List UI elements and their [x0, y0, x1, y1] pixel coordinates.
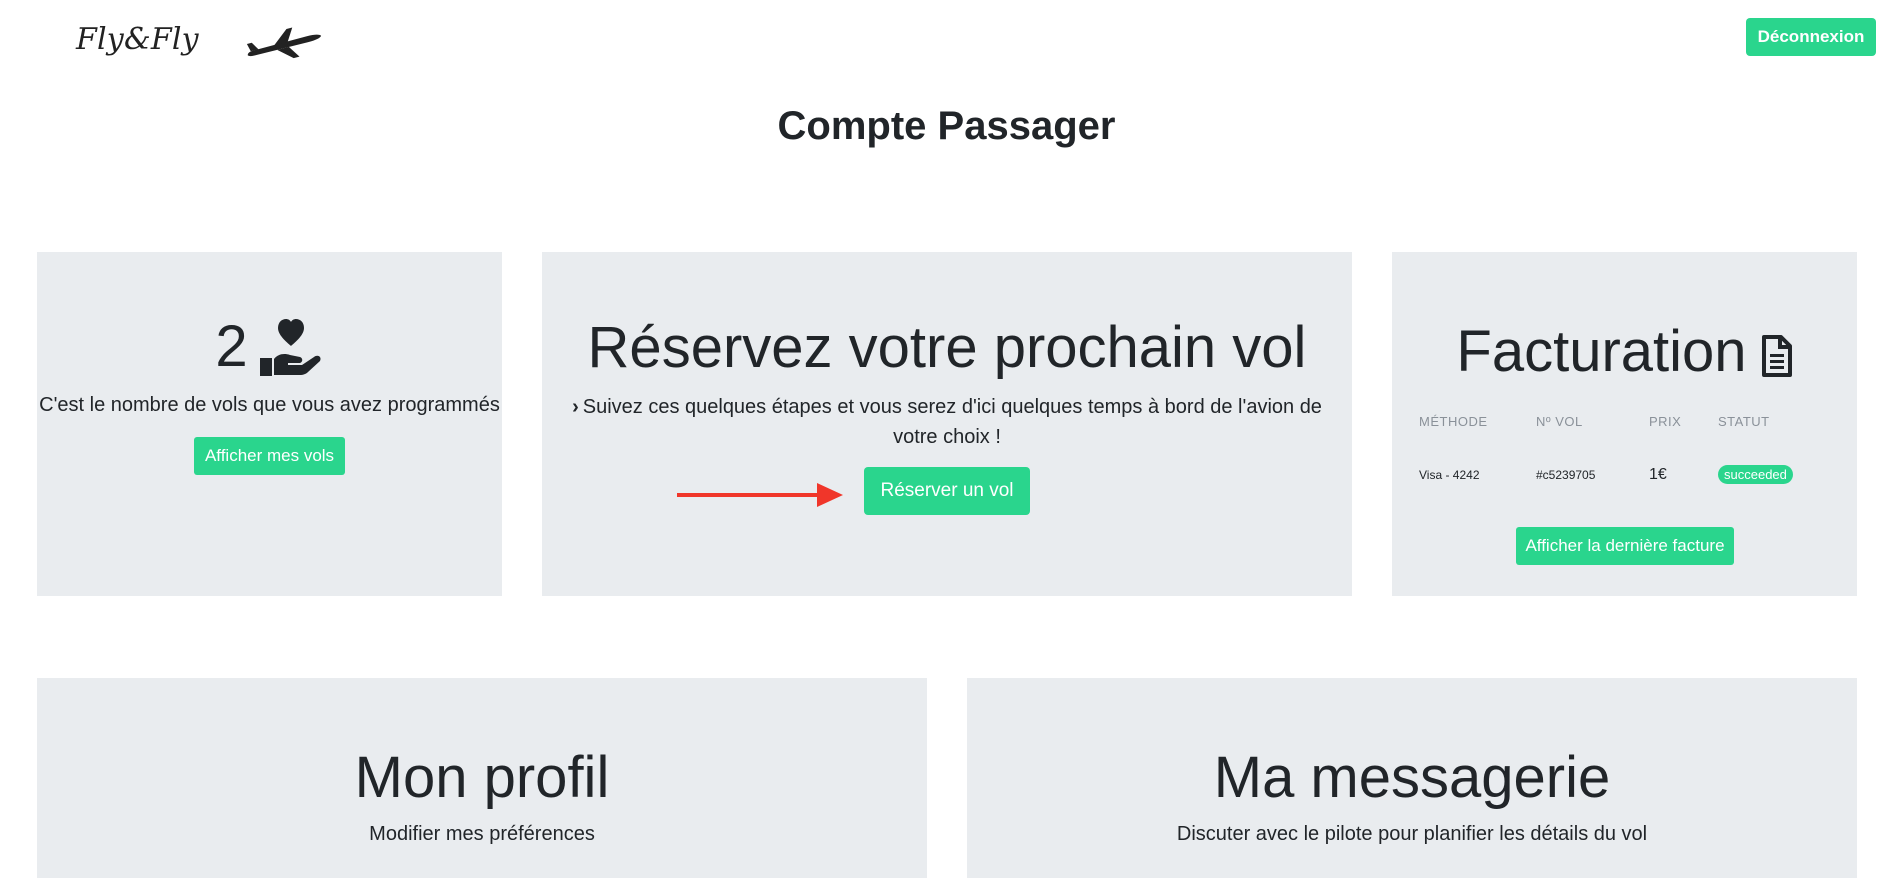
column-header-flight-no: Nº VOL [1536, 414, 1583, 429]
brand-logo[interactable]: Fly&Fly [76, 22, 199, 57]
flights-count-row: 2 [37, 316, 502, 378]
file-text-icon [1761, 334, 1792, 377]
billing-title: Facturation [1456, 319, 1747, 384]
table-row: Visa - 4242 #c5239705 1€ succeeded [1419, 453, 1808, 484]
status-cell: succeeded [1718, 453, 1808, 484]
column-header-price: PRIX [1649, 414, 1682, 429]
page-title: Compte Passager [777, 104, 1116, 148]
column-header-status: STATUT [1718, 414, 1770, 429]
book-flight-title: Réservez votre prochain vol [587, 315, 1307, 380]
chevron-right-icon: › [572, 396, 579, 418]
messages-card[interactable]: Ma messagerie Discuter avec le pilote po… [967, 678, 1857, 878]
billing-table: MÉTHODE Nº VOL PRIX STATUT Visa - 4242 #… [1419, 414, 1808, 484]
book-flight-button[interactable]: Réserver un vol [864, 467, 1030, 515]
profile-title: Mon profil [354, 745, 610, 810]
book-flight-text: Suivez ces quelques étapes et vous serez… [582, 396, 1322, 448]
billing-heading-row: Facturation [1392, 318, 1857, 385]
payment-method: Visa - 4242 [1419, 467, 1480, 482]
flight-number: #c5239705 [1536, 467, 1596, 482]
show-my-flights-button[interactable]: Afficher mes vols [194, 437, 345, 475]
book-flight-card: Réservez votre prochain vol › Suivez ces … [542, 252, 1352, 596]
messages-title: Ma messagerie [1213, 745, 1611, 810]
flights-count-caption: C'est le nombre de vols que vous avez pr… [39, 394, 500, 416]
price: 1€ [1649, 465, 1667, 483]
logout-button[interactable]: Déconnexion [1746, 18, 1876, 56]
billing-table-header: MÉTHODE Nº VOL PRIX STATUT [1419, 414, 1808, 453]
annotation-arrow-icon [677, 483, 843, 507]
hand-holding-heart-icon [259, 319, 321, 376]
profile-description: Modifier mes préférences [369, 823, 595, 845]
scheduled-flights-card: 2 C'est le nombre de vols que vous avez … [37, 252, 502, 596]
profile-card[interactable]: Mon profil Modifier mes préférences [37, 678, 927, 878]
book-flight-description: › Suivez ces quelques étapes et vous sere… [554, 392, 1340, 452]
column-header-method: MÉTHODE [1419, 414, 1488, 429]
billing-card: Facturation MÉTHODE Nº VOL PRIX STATUT V… [1392, 252, 1857, 596]
status-badge: succeeded [1718, 465, 1793, 484]
airplane-icon [246, 27, 322, 59]
messages-description: Discuter avec le pilote pour planifier l… [1176, 823, 1648, 845]
show-last-invoice-button[interactable]: Afficher la dernière facture [1516, 527, 1734, 565]
flights-count: 2 [215, 314, 248, 379]
